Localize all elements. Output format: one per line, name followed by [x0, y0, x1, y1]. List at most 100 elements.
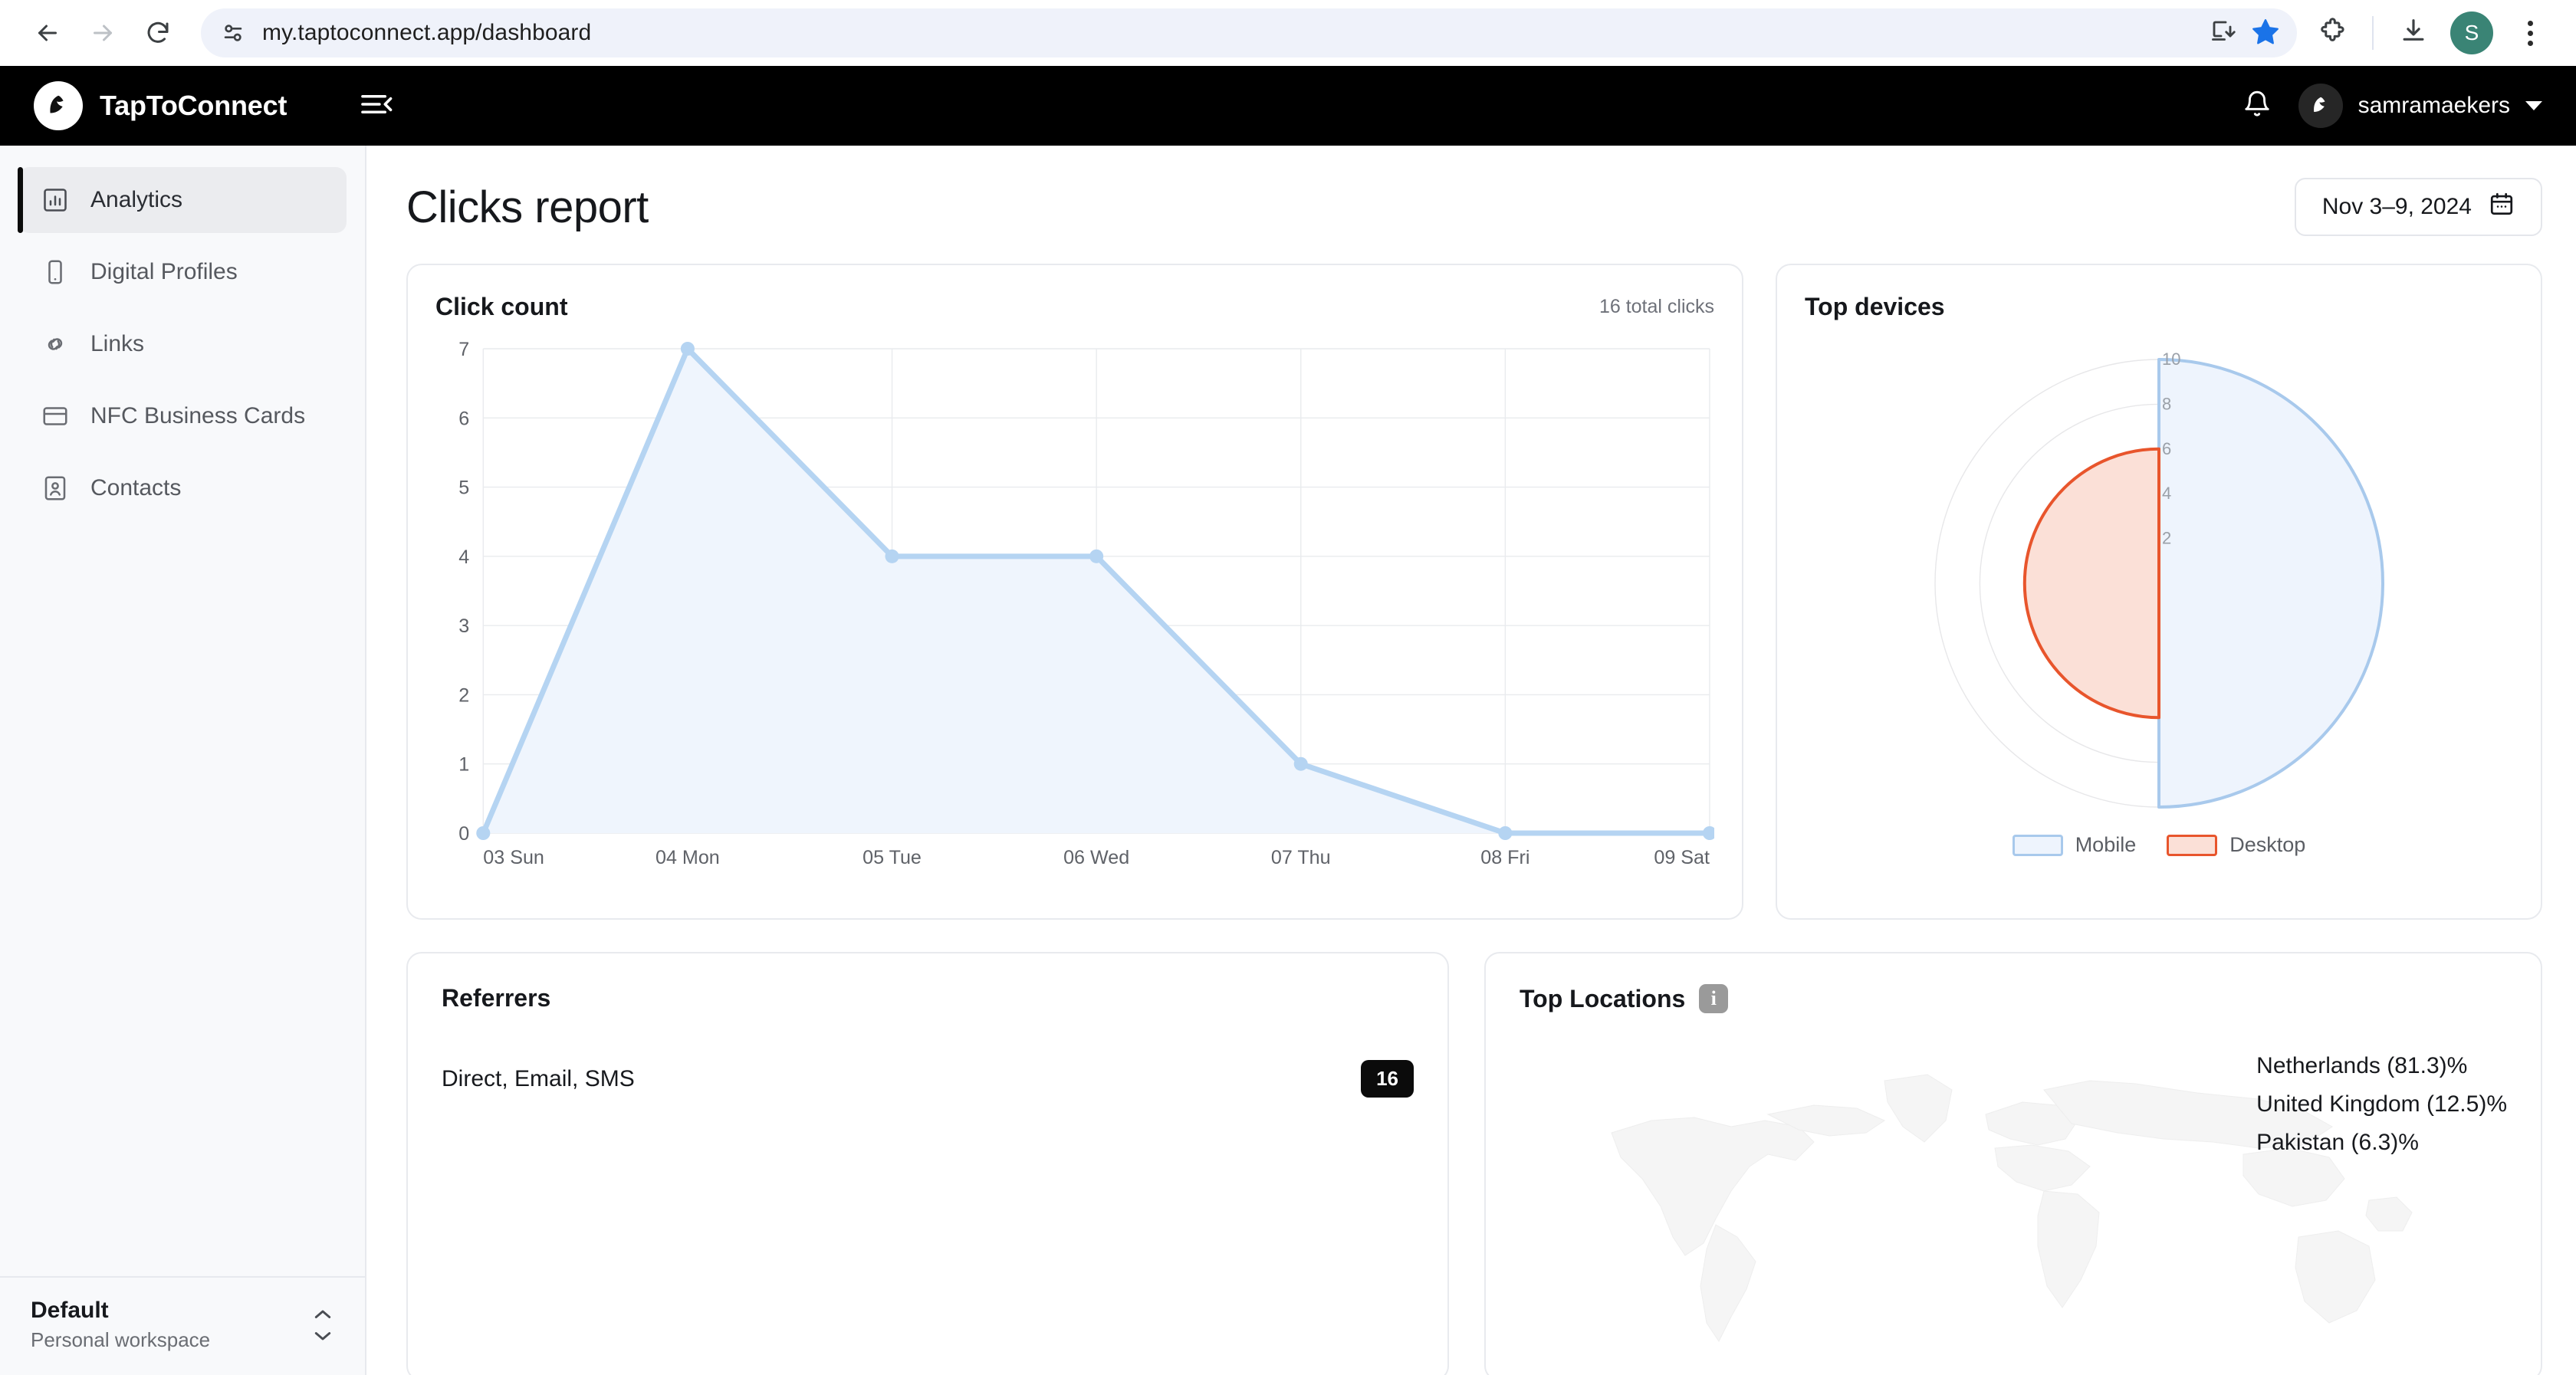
svg-text:1: 1: [458, 754, 469, 776]
polar-chart-svg: 2 4 6 8 10: [1934, 349, 2384, 809]
taptoconnect-logo-icon: [34, 81, 83, 130]
back-arrow-icon: [34, 19, 61, 47]
legend-label: Mobile: [2075, 833, 2137, 856]
mobile-phone-icon: [40, 257, 71, 287]
sidebar-item-label: Analytics: [90, 187, 183, 212]
sidebar-item-label: NFC Business Cards: [90, 403, 306, 428]
info-icon[interactable]: i: [1699, 984, 1729, 1013]
click-count-header: Click count 16 total clicks: [435, 293, 1714, 321]
top-locations-card: Top Locations i Netherlands (81.3)% Unit…: [1484, 952, 2542, 1375]
user-menu-button[interactable]: samramaekers: [2298, 84, 2542, 128]
referrers-card: Referrers Direct, Email, SMS 16: [406, 952, 1449, 1375]
sidebar-toggle-button[interactable]: [356, 84, 399, 127]
top-cards-row: Click count 16 total clicks 0 1 2 3 4 5 6 7 03 S…: [406, 264, 2542, 920]
svg-text:6: 6: [2162, 439, 2171, 458]
avatar: S: [2450, 11, 2493, 54]
top-locations-header: Top Locations i: [1520, 984, 2507, 1013]
click-count-card: Click count 16 total clicks 0 1 2 3 4 5 6 7 03 S…: [406, 264, 1743, 920]
svg-text:8: 8: [2162, 394, 2171, 413]
downloads-button[interactable]: [2387, 7, 2440, 59]
app-header-right: samramaekers: [2236, 84, 2542, 128]
app-body: Analytics Digital Profiles Links NFC Bus…: [0, 146, 2576, 1375]
brand-name: TapToConnect: [100, 90, 288, 121]
legend-item-desktop[interactable]: Desktop: [2167, 833, 2305, 857]
line-chart-svg: 0 1 2 3 4 5 6 7 03 Sun 04 Mon 05 Tue 06 Wed 07 Thu 08…: [458, 339, 1714, 868]
workspace-subtitle: Personal workspace: [31, 1328, 211, 1351]
chevron-down-icon: [2525, 101, 2542, 110]
app-header: TapToConnect samramaekers: [0, 66, 2576, 146]
referrer-count-badge: 16: [1361, 1060, 1414, 1098]
workspace-name: Default: [31, 1298, 109, 1323]
top-locations-list: Netherlands (81.3)% United Kingdom (12.5)…: [2256, 1053, 2507, 1156]
location-item: United Kingdom (12.5)%: [2256, 1091, 2507, 1117]
profile-button[interactable]: S: [2446, 7, 2498, 59]
referrer-row[interactable]: Direct, Email, SMS 16: [442, 1060, 1414, 1098]
legend-label: Desktop: [2229, 833, 2306, 856]
user-avatar: [2298, 84, 2343, 128]
workspace-text: Default Personal workspace: [31, 1298, 210, 1352]
svg-text:0: 0: [458, 823, 469, 845]
sidebar-item-label: Links: [90, 331, 145, 356]
bell-icon: [2242, 90, 2272, 123]
sidebar-item-nfc-business-cards[interactable]: NFC Business Cards: [18, 383, 347, 449]
svg-text:08 Fri: 08 Fri: [1480, 847, 1530, 868]
date-range-picker[interactable]: Nov 3–9, 2024: [2294, 178, 2542, 236]
forward-button[interactable]: [75, 5, 130, 61]
contact-card-icon: [40, 473, 71, 504]
chrome-menu-icon: [2527, 20, 2533, 46]
device-legend: Mobile Desktop: [1805, 833, 2513, 857]
chevron-up-down-icon: [311, 1308, 334, 1342]
sidebar-item-analytics[interactable]: Analytics: [18, 167, 347, 233]
svg-text:2: 2: [458, 684, 469, 706]
sidebar-nav: Analytics Digital Profiles Links NFC Bus…: [0, 167, 365, 521]
bar-chart-icon: [40, 185, 71, 215]
workspace-switcher[interactable]: Default Personal workspace: [0, 1276, 365, 1375]
reload-button[interactable]: [130, 5, 186, 61]
total-clicks-label: 16 total clicks: [1598, 296, 1714, 317]
svg-text:07 Thu: 07 Thu: [1271, 847, 1331, 868]
referrer-name: Direct, Email, SMS: [442, 1065, 635, 1091]
back-button[interactable]: [20, 5, 75, 61]
svg-text:7: 7: [458, 339, 469, 360]
sidebar-item-links[interactable]: Links: [18, 311, 347, 377]
notifications-button[interactable]: [2236, 84, 2279, 127]
sidebar-item-digital-profiles[interactable]: Digital Profiles: [18, 239, 347, 305]
extensions-puzzle-icon: [2318, 17, 2347, 50]
browser-actions: S: [2306, 7, 2556, 59]
calendar-icon: [2489, 191, 2515, 223]
svg-text:04 Mon: 04 Mon: [656, 847, 720, 868]
svg-text:2: 2: [2162, 529, 2171, 548]
reload-icon: [144, 19, 172, 47]
svg-text:03 Sun: 03 Sun: [483, 847, 544, 868]
card-title: Click count: [435, 293, 568, 320]
app-root: TapToConnect samramaekers Analytics Digi…: [0, 66, 2576, 1375]
legend-item-mobile[interactable]: Mobile: [2012, 833, 2137, 857]
credit-card-icon: [40, 401, 71, 432]
install-app-icon[interactable]: [2210, 18, 2237, 49]
browser-toolbar: my.taptoconnect.app/dashboard S: [0, 0, 2576, 66]
bottom-cards-row: Referrers Direct, Email, SMS 16 Top Loca…: [406, 952, 2542, 1375]
svg-text:5: 5: [458, 477, 469, 499]
legend-swatch: [2012, 834, 2063, 856]
page-title: Clicks report: [406, 182, 649, 232]
extensions-button[interactable]: [2306, 7, 2358, 59]
url-text: my.taptoconnect.app/dashboard: [262, 20, 592, 45]
top-devices-card: Top devices 2 4 6 8 10 Mobile Desktop: [1776, 264, 2542, 920]
legend-swatch: [2167, 834, 2218, 856]
bookmark-star-icon[interactable]: [2251, 17, 2280, 50]
location-item: Netherlands (81.3)%: [2256, 1053, 2468, 1078]
svg-text:6: 6: [458, 408, 469, 429]
sidebar-item-contacts[interactable]: Contacts: [18, 455, 347, 521]
toolbar-divider: [2372, 16, 2374, 50]
svg-text:3: 3: [458, 615, 469, 637]
link-chain-icon: [40, 329, 71, 359]
top-devices-polar-chart[interactable]: 2 4 6 8 10: [1805, 338, 2513, 829]
address-bar[interactable]: my.taptoconnect.app/dashboard: [201, 8, 2297, 57]
collapse-sidebar-icon: [360, 90, 394, 122]
click-count-line-chart[interactable]: 0 1 2 3 4 5 6 7 03 Sun 04 Mon 05 Tue 06 Wed 07 Thu 08…: [435, 338, 1714, 875]
sidebar-item-label: Digital Profiles: [90, 259, 238, 284]
brand[interactable]: TapToConnect: [34, 81, 287, 130]
chrome-menu-button[interactable]: [2504, 7, 2556, 59]
site-settings-icon[interactable]: [218, 18, 248, 48]
forward-arrow-icon: [89, 19, 117, 47]
